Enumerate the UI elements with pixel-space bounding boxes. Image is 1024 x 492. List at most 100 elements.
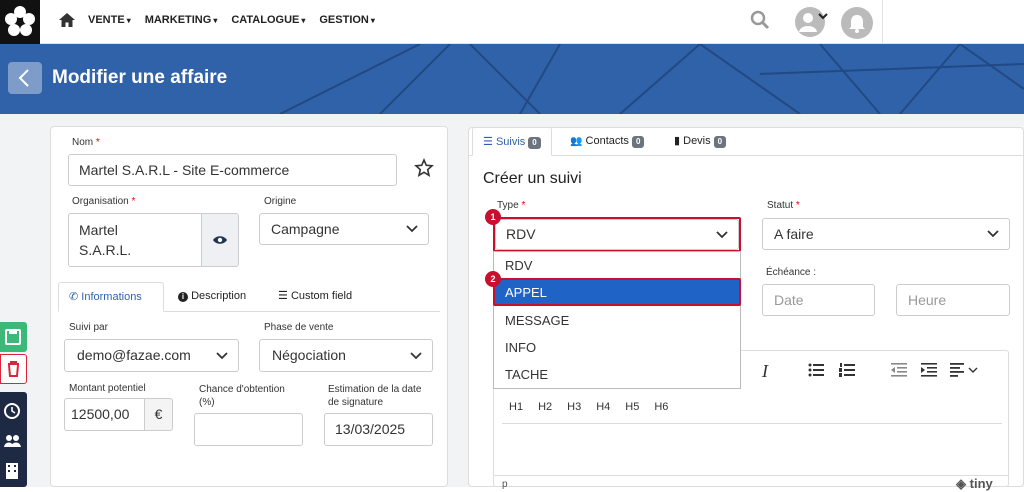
montant-label: Montant potentiel	[69, 383, 146, 394]
outdent-icon[interactable]	[891, 363, 907, 380]
devis-count-badge: 0	[713, 136, 727, 148]
list-icon: ☰	[483, 136, 493, 148]
right-tabs: ☰ Suivis 0 👥 Contacts 0 ▮ Devis 0	[468, 127, 1024, 156]
tab-description[interactable]: i Description	[168, 282, 256, 312]
origine-value: Campagne	[271, 221, 340, 237]
tab-suivis[interactable]: ☰ Suivis 0	[472, 127, 552, 156]
statusbar-divider	[494, 475, 1008, 476]
annotation-marker-2: 2	[485, 271, 501, 287]
menu-marketing[interactable]: MARKETING ▾	[145, 14, 218, 26]
h2-button[interactable]: H2	[538, 401, 552, 413]
italic-button[interactable]: I	[762, 361, 768, 382]
chevron-down-icon	[987, 230, 999, 238]
phase-select[interactable]: Négociation	[259, 339, 433, 372]
suivis-count-badge: 0	[528, 137, 541, 149]
nom-input[interactable]: Martel S.A.R.L - Site E-commerce	[68, 154, 397, 186]
tab-informations[interactable]: ✆ Informations	[58, 282, 164, 312]
view-organisation-button[interactable]	[201, 213, 239, 267]
building-icon[interactable]	[6, 463, 18, 479]
tab-custom-field[interactable]: ☰ Custom field	[268, 282, 362, 312]
menu-gestion[interactable]: GESTION ▾	[319, 14, 375, 26]
star-favorite-icon[interactable]	[414, 157, 434, 183]
main-menu: VENTE ▾ MARKETING ▾ CATALOGUE ▾ GESTION ▾	[88, 14, 375, 26]
contacts-count-badge: 0	[631, 136, 645, 148]
document-icon: ▮	[674, 135, 681, 147]
montant-input[interactable]: 12500,00	[64, 398, 145, 431]
type-label: Type *	[497, 200, 526, 211]
type-dropdown-list: RDV APPEL MESSAGE INFO TACHE	[493, 251, 741, 389]
h1-button[interactable]: H1	[509, 401, 523, 413]
tab-devis[interactable]: ▮ Devis 0	[664, 127, 736, 156]
contacts-icon: 👥	[570, 136, 583, 147]
info-icon: i	[178, 292, 188, 302]
bullet-list-icon[interactable]	[808, 363, 824, 380]
contacts-icon[interactable]	[4, 435, 21, 447]
chevron-down-icon	[410, 351, 422, 359]
chevron-down-icon[interactable]	[818, 12, 828, 23]
chance-input[interactable]	[194, 413, 303, 446]
h6-button[interactable]: H6	[654, 401, 668, 413]
h3-button[interactable]: H3	[567, 401, 581, 413]
chance-label: Chance d'obtention (%)	[199, 384, 285, 408]
statut-value: A faire	[774, 226, 814, 242]
option-rdv[interactable]: RDV	[494, 253, 740, 279]
currency-addon: €	[144, 398, 173, 431]
option-message[interactable]: MESSAGE	[494, 308, 740, 334]
trash-icon	[8, 361, 19, 377]
annotation-box-appel	[493, 278, 741, 306]
save-button[interactable]	[0, 322, 27, 352]
back-button[interactable]	[8, 62, 42, 94]
menu-vente[interactable]: VENTE ▾	[88, 14, 131, 26]
tab-contacts[interactable]: 👥 Contacts 0	[560, 127, 654, 156]
create-suivi-heading: Créer un suivi	[483, 170, 582, 187]
indent-icon[interactable]	[921, 363, 937, 380]
navbar-divider	[882, 0, 883, 44]
origine-label: Origine	[264, 196, 297, 207]
option-info[interactable]: INFO	[494, 335, 740, 361]
estimation-label: Estimation de la date de signature	[328, 384, 422, 408]
tiny-logo-icon: ◈	[956, 476, 966, 491]
annotation-box-type	[493, 217, 741, 252]
phase-label: Phase de vente	[264, 322, 334, 333]
organisation-value-line1: Martel	[79, 222, 118, 238]
flower-logo-icon	[5, 6, 35, 36]
h5-button[interactable]: H5	[625, 401, 639, 413]
phase-value: Négociation	[272, 347, 346, 363]
origine-select[interactable]: Campagne	[259, 213, 429, 245]
app-logo[interactable]	[0, 0, 40, 44]
top-navbar: VENTE ▾ MARKETING ▾ CATALOGUE ▾ GESTION ▾	[0, 0, 1024, 44]
annotation-marker-1: 1	[485, 209, 501, 225]
left-tabs: ✆ Informations i Description ☰ Custom fi…	[58, 282, 440, 312]
eye-icon	[213, 236, 227, 244]
suivi-par-label: Suivi par	[69, 322, 108, 333]
numbered-list-icon[interactable]	[839, 363, 855, 380]
notification-bell-icon[interactable]	[841, 7, 873, 39]
estimation-date-input[interactable]: 13/03/2025	[324, 413, 433, 446]
search-icon[interactable]	[750, 10, 770, 35]
organisation-input[interactable]: Martel S.A.R.L.	[68, 213, 202, 267]
history-icon[interactable]	[4, 403, 20, 419]
heure-input[interactable]: Heure	[896, 284, 1010, 316]
h4-button[interactable]: H4	[596, 401, 610, 413]
chevron-down-icon	[406, 225, 418, 233]
delete-button[interactable]	[0, 354, 27, 384]
save-icon	[5, 329, 21, 345]
chevron-left-icon	[18, 69, 29, 87]
option-tache[interactable]: TACHE	[494, 362, 740, 388]
statut-label: Statut *	[767, 200, 800, 211]
editor-path: p	[502, 479, 508, 490]
statut-select[interactable]: A faire	[762, 218, 1010, 250]
suivi-par-value: demo@fazae.com	[77, 347, 191, 363]
home-icon[interactable]	[58, 12, 76, 33]
suivi-par-select[interactable]: demo@fazae.com	[64, 339, 239, 372]
menu-catalogue[interactable]: CATALOGUE ▾	[231, 14, 305, 26]
align-dropdown-icon[interactable]	[950, 363, 980, 380]
echeance-label: Échéance :	[766, 267, 817, 278]
date-input[interactable]: Date	[762, 284, 875, 316]
nom-label: Nom *	[72, 137, 100, 148]
toolbar-divider	[502, 423, 1002, 424]
organisation-label: Organisation *	[72, 196, 136, 207]
page-title: Modifier une affaire	[52, 67, 228, 88]
phone-icon: ✆	[69, 291, 79, 303]
organisation-value-line2: S.A.R.L.	[79, 242, 132, 258]
